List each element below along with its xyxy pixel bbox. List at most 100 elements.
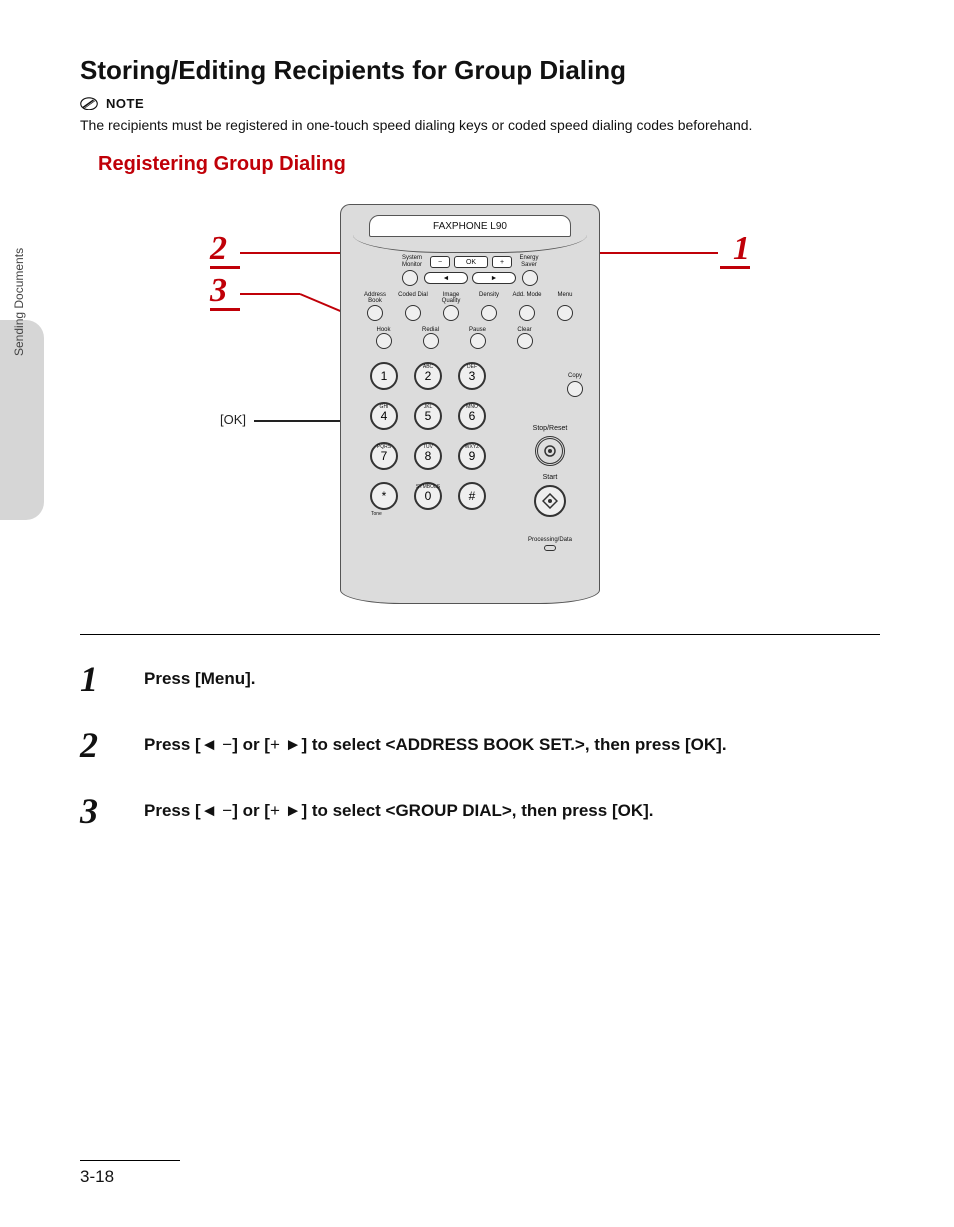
note-header: NOTE <box>80 96 880 111</box>
callout-3-line <box>240 292 352 318</box>
pencil-icon <box>80 97 98 111</box>
key-9-letters: WXYZ <box>465 435 479 460</box>
add-mode-button <box>519 305 535 321</box>
plus-button: + <box>492 256 512 268</box>
right-arrow-button: ► <box>472 272 516 284</box>
callout-3-underline <box>210 308 240 311</box>
step-1: 1 Press [Menu]. <box>80 661 880 697</box>
step-1-number: 1 <box>80 661 120 697</box>
control-panel-diagram: 2 3 1 [OK] FAXPHONE L90 <box>210 194 750 614</box>
add-mode-label: Add. Mode <box>511 292 543 304</box>
key-8-letters: TUV <box>423 435 433 460</box>
callout-2-number: 2 <box>210 230 227 268</box>
callout-2-underline <box>210 266 240 269</box>
key-3-letters: DEF <box>467 355 477 380</box>
coded-dial-label: Coded Dial <box>397 292 429 304</box>
key-3: DEF3 <box>458 362 486 390</box>
stop-icon <box>543 444 557 458</box>
key-star: * <box>370 482 398 510</box>
left-arrow-icon: ◄ − <box>201 735 232 754</box>
start-icon <box>542 493 558 509</box>
step-2-text: Press [◄ −] or [+ ►] to select <ADDRESS … <box>144 727 727 755</box>
address-book-button <box>367 305 383 321</box>
function-buttons-row1 <box>359 305 581 321</box>
key-0: SYMBOLS0 <box>414 482 442 510</box>
key-2: ABC2 <box>414 362 442 390</box>
lcd-display: FAXPHONE L90 <box>369 215 571 237</box>
stop-reset-label: Stop/Reset <box>517 425 583 432</box>
nav-row: System Monitor − OK + Energy Saver <box>349 255 591 269</box>
ok-callout-label: [OK] <box>220 412 246 427</box>
step-2-number: 2 <box>80 727 120 763</box>
footer-line <box>80 1160 180 1161</box>
ok-button: OK <box>454 256 488 268</box>
right-arrow-icon: + ► <box>270 735 301 754</box>
key-1: 1 <box>370 362 398 390</box>
copy-label: Copy <box>567 373 583 379</box>
density-label: Density <box>473 292 505 304</box>
key-9: WXYZ9 <box>458 442 486 470</box>
subsection-title: Registering Group Dialing <box>98 153 880 176</box>
menu-label: Menu <box>549 292 581 304</box>
right-arrow-icon: + ► <box>270 801 301 820</box>
step-3: 3 Press [◄ −] or [+ ►] to select <GROUP … <box>80 793 880 829</box>
key-2-letters: ABC <box>423 355 433 380</box>
minus-button: − <box>430 256 450 268</box>
energy-saver-label: Energy Saver <box>516 255 542 269</box>
energy-saver-button <box>522 270 538 286</box>
note-text: The recipients must be registered in one… <box>80 117 880 133</box>
copy-button <box>567 381 583 397</box>
redial-button <box>423 333 439 349</box>
section-title: Storing/Editing Recipients for Group Dia… <box>80 55 880 86</box>
image-quality-button <box>443 305 459 321</box>
key-8: TUV8 <box>414 442 442 470</box>
step-1-text: Press [Menu]. <box>144 661 255 689</box>
processing-led <box>544 545 556 551</box>
key-5-letters: JKL <box>424 395 433 420</box>
key-7: PQRS7 <box>370 442 398 470</box>
clear-button <box>517 333 533 349</box>
key-7-letters: PQRS <box>377 435 391 460</box>
stop-reset-button <box>535 436 565 466</box>
key-4-letters: GHI <box>380 395 389 420</box>
pause-button <box>470 333 486 349</box>
step-2: 2 Press [◄ −] or [+ ►] to select <ADDRES… <box>80 727 880 763</box>
coded-dial-button <box>405 305 421 321</box>
hook-button <box>376 333 392 349</box>
system-monitor-label: System Monitor <box>398 255 426 269</box>
page-number: 3-18 <box>80 1167 180 1187</box>
step-3-number: 3 <box>80 793 120 829</box>
density-button <box>481 305 497 321</box>
separator-line <box>80 634 880 635</box>
page-content: Storing/Editing Recipients for Group Dia… <box>80 55 880 859</box>
callout-1-line <box>600 252 718 254</box>
note-label: NOTE <box>106 96 144 111</box>
left-arrow-icon: ◄ − <box>201 801 232 820</box>
callout-3-number: 3 <box>210 272 227 310</box>
key-4: GHI4 <box>370 402 398 430</box>
address-book-label: Address Book <box>359 292 391 304</box>
processing-data-label: Processing/Data <box>517 537 583 543</box>
steps-list: 1 Press [Menu]. 2 Press [◄ −] or [+ ►] t… <box>80 661 880 829</box>
start-button <box>534 485 566 517</box>
right-column: Stop/Reset Start Processing/Data <box>517 425 583 553</box>
callout-1-underline <box>720 266 750 269</box>
device-panel: FAXPHONE L90 System Monitor − OK + Energ… <box>340 204 600 604</box>
menu-button <box>557 305 573 321</box>
start-label: Start <box>517 474 583 481</box>
key-0-letters: SYMBOLS <box>416 475 440 500</box>
ok-callout-line <box>254 420 350 422</box>
key-hash: # <box>458 482 486 510</box>
page-footer: 3-18 <box>80 1160 180 1187</box>
side-tab-label: Sending Documents <box>12 248 26 356</box>
key-6-letters: MNO <box>466 395 478 420</box>
function-buttons-row2 <box>367 333 541 349</box>
key-5: JKL5 <box>414 402 442 430</box>
left-arrow-button: ◄ <box>424 272 468 284</box>
callout-1-number: 1 <box>733 230 750 268</box>
system-monitor-button <box>402 270 418 286</box>
copy-area: Copy <box>567 373 583 399</box>
callout-2-line <box>240 252 350 254</box>
nav-row-buttons: ◄ ► <box>349 270 591 286</box>
key-6: MNO6 <box>458 402 486 430</box>
